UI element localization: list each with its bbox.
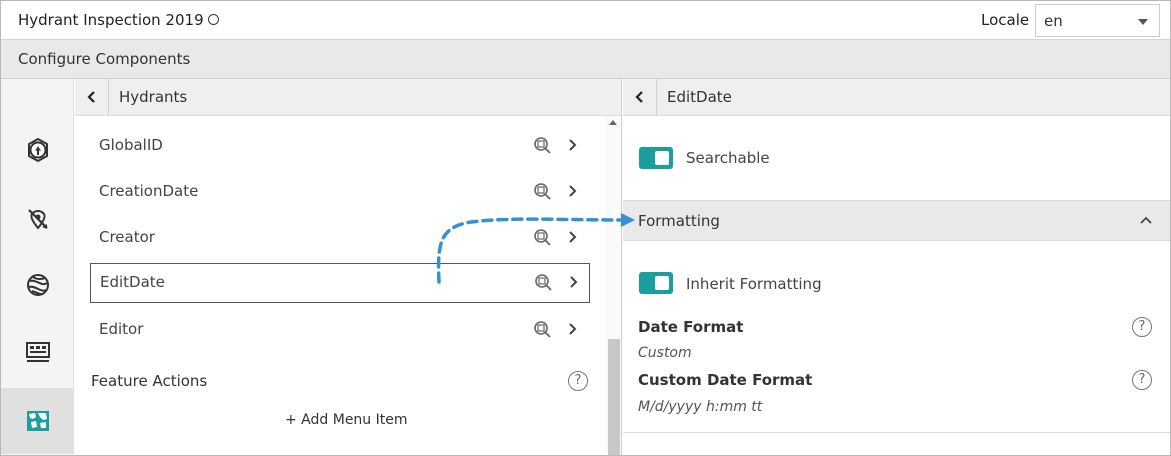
no-location-icon	[27, 209, 48, 230]
field-label: Creator	[99, 228, 155, 246]
chevron-right-icon[interactable]	[567, 229, 577, 245]
date-format-value[interactable]: Custom	[638, 345, 692, 361]
chevron-right-icon[interactable]	[567, 137, 577, 153]
locale-value: en	[1044, 12, 1063, 30]
field-label: EditDate	[100, 273, 165, 291]
status-circle-icon	[207, 14, 219, 25]
formatting-section-header[interactable]: Formatting	[623, 200, 1170, 241]
globe-icon	[26, 274, 49, 296]
field-settings-header: EditDate	[623, 79, 1170, 116]
locale-select[interactable]: en	[1035, 4, 1160, 37]
search-field-icon[interactable]	[533, 136, 553, 154]
configure-bar: Configure Components	[1, 40, 1170, 79]
sidebar-item-map-pin[interactable]	[1, 117, 74, 183]
chevron-right-icon[interactable]	[568, 274, 578, 290]
field-row-editor[interactable]: Editor	[90, 311, 590, 349]
search-field-icon[interactable]	[533, 228, 553, 246]
searchable-label: Searchable	[686, 149, 770, 167]
divider	[623, 432, 1170, 433]
back-button[interactable]	[623, 79, 657, 115]
map-pin-icon	[27, 138, 48, 162]
app-title: Hydrant Inspection 2019	[18, 11, 219, 29]
fields-panel-title: Hydrants	[119, 88, 188, 106]
search-field-icon[interactable]	[533, 182, 553, 200]
sidebar-item-no-location[interactable]	[1, 186, 74, 252]
chevron-left-icon	[634, 91, 643, 103]
locale-label: Locale	[981, 11, 1030, 29]
field-settings-title: EditDate	[667, 88, 732, 106]
chevron-right-icon[interactable]	[567, 321, 577, 337]
custom-date-format-value[interactable]: M/d/yyyy h:mm tt	[638, 399, 762, 415]
field-label: CreationDate	[99, 182, 199, 200]
caret-down-icon	[1138, 19, 1148, 25]
scroll-thumb[interactable]	[608, 339, 620, 455]
scroll-up-icon[interactable]	[609, 120, 617, 125]
app-window: Hydrant Inspection 2019 Locale en Config…	[0, 0, 1171, 456]
field-label: Editor	[99, 320, 144, 338]
feature-actions-title: Feature Actions	[91, 372, 208, 390]
sidebar-item-panel-list[interactable]	[1, 319, 74, 385]
chevron-right-icon[interactable]	[567, 183, 577, 199]
top-bar: Hydrant Inspection 2019 Locale en	[1, 1, 1170, 40]
help-icon[interactable]: ?	[1132, 370, 1152, 390]
inherit-formatting-toggle[interactable]	[639, 272, 673, 294]
search-field-icon[interactable]	[533, 320, 553, 338]
app-title-text: Hydrant Inspection 2019	[18, 11, 204, 29]
field-row-creationdate[interactable]: CreationDate	[90, 173, 590, 211]
map-icon	[26, 411, 49, 431]
help-icon[interactable]: ?	[568, 371, 588, 391]
field-row-editdate[interactable]: EditDate	[90, 263, 590, 303]
inherit-formatting-label: Inherit Formatting	[686, 275, 822, 293]
sidebar	[1, 79, 74, 455]
searchable-toggle[interactable]	[639, 147, 673, 169]
panel-list-icon	[25, 342, 50, 362]
add-menu-item-button[interactable]: + Add Menu Item	[285, 412, 408, 428]
chevron-up-icon[interactable]	[1140, 215, 1152, 225]
custom-date-format-label: Custom Date Format	[638, 371, 813, 389]
field-row-globalid[interactable]: GlobalID	[90, 127, 590, 165]
chevron-left-icon	[86, 91, 95, 103]
date-format-label: Date Format	[638, 318, 744, 336]
sidebar-item-globe[interactable]	[1, 252, 74, 318]
sidebar-item-map[interactable]	[1, 388, 74, 454]
field-row-creator[interactable]: Creator	[90, 219, 590, 257]
help-icon[interactable]: ?	[1132, 317, 1152, 337]
fields-panel: Hydrants GlobalID CreationDate Creator E…	[75, 79, 622, 455]
formatting-title: Formatting	[638, 212, 720, 230]
search-field-icon[interactable]	[534, 273, 554, 291]
back-button[interactable]	[75, 79, 109, 115]
scrollbar[interactable]	[605, 116, 621, 455]
configure-title: Configure Components	[18, 50, 191, 68]
fields-panel-header: Hydrants	[75, 79, 621, 116]
field-label: GlobalID	[99, 136, 163, 154]
field-settings-panel: EditDate Searchable Formatting Inherit F…	[623, 79, 1170, 455]
